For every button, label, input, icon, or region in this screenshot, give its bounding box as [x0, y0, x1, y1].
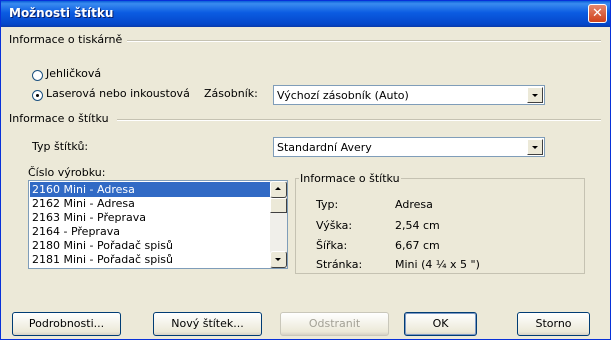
tray-select[interactable]: Výchozí zásobník (Auto) [273, 85, 545, 105]
label-type-value: Standardní Avery [277, 141, 372, 154]
info-height-label: Výška: [316, 219, 353, 232]
list-item[interactable]: 2164 - Přeprava [30, 224, 272, 239]
info-width-value: 6,67 cm [395, 239, 440, 252]
ok-button[interactable]: OK [404, 312, 477, 336]
info-type-label: Typ: [316, 198, 339, 211]
info-page-label: Stránka: [316, 258, 363, 271]
list-item[interactable]: 2163 Mini - Přeprava [30, 210, 272, 225]
label-type-dropdown-button[interactable] [527, 139, 543, 155]
product-list-scrollbar[interactable] [270, 181, 287, 268]
dialog-title: Možnosti štítku [9, 6, 114, 20]
info-type-value: Adresa [395, 198, 433, 211]
label-group-divider [117, 119, 601, 121]
cancel-button[interactable]: Storno [517, 312, 590, 336]
label-type-select[interactable]: Standardní Avery [273, 137, 545, 157]
tray-select-value: Výchozí zásobník (Auto) [277, 89, 409, 102]
label-options-dialog: Možnosti štítku ✕ Informace o tiskárně J… [0, 0, 611, 340]
printer-group-label: Informace o tiskárně [9, 33, 123, 46]
radio-dotmatrix-label: Jehličková [46, 67, 102, 80]
tray-dropdown-button[interactable] [527, 87, 543, 103]
scroll-down-button[interactable] [270, 251, 287, 268]
title-bar: Možnosti štítku ✕ [1, 1, 610, 27]
printer-group-divider [127, 40, 601, 42]
list-item[interactable]: 2160 Mini - Adresa [30, 182, 272, 197]
tray-label: Zásobník: [204, 87, 258, 100]
close-icon[interactable]: ✕ [588, 4, 607, 23]
arrow-up-icon [275, 187, 281, 190]
radio-dotmatrix[interactable] [32, 70, 43, 81]
scroll-up-button[interactable] [270, 181, 287, 198]
arrow-down-icon [275, 258, 281, 261]
chevron-down-icon [532, 146, 538, 149]
list-item[interactable]: 2180 Mini - Pořadač spisů [30, 238, 272, 253]
product-number-label: Číslo výrobku: [28, 166, 106, 179]
chevron-down-icon [532, 94, 538, 97]
details-button[interactable]: Podrobnosti... [12, 312, 121, 336]
radio-laser[interactable] [32, 90, 43, 101]
info-page-value: Mini (4 ¼ x 5 ") [395, 258, 480, 271]
list-item[interactable]: 2162 Mini - Adresa [30, 196, 272, 211]
info-width-label: Šířka: [316, 239, 348, 252]
radio-laser-label: Laserová nebo inkoustová [46, 87, 190, 100]
delete-button[interactable]: Odstranit [280, 312, 389, 336]
product-list[interactable]: 2160 Mini - Adresa 2162 Mini - Adresa 21… [28, 180, 288, 269]
label-group-label: Informace o štítku [9, 112, 109, 125]
info-height-value: 2,54 cm [395, 219, 440, 232]
label-type-label: Typ štítků: [32, 140, 89, 153]
new-label-button[interactable]: Nový štítek... [153, 312, 262, 336]
label-info-title: Informace o štítku [299, 172, 401, 185]
radio-selected-dot [36, 94, 39, 97]
list-item[interactable]: 2181 Mini - Pořadač spisů [30, 252, 272, 267]
scroll-thumb[interactable] [270, 198, 287, 213]
